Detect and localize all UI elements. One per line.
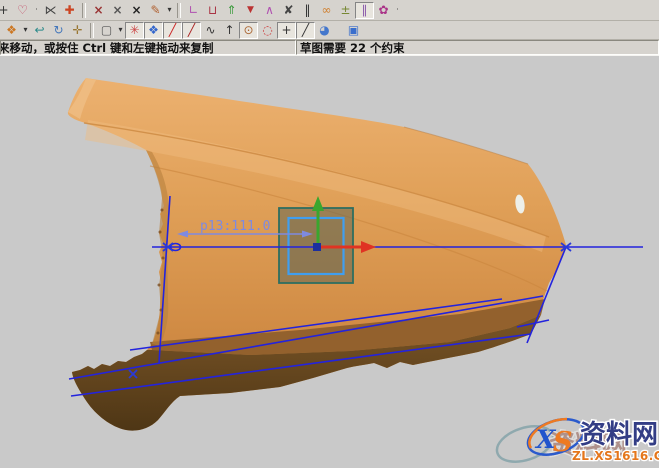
snap-line-icon[interactable]: ╱: [163, 22, 182, 39]
scan-artifact: [158, 284, 161, 287]
watermark-site-url: ZL.XS1616.COM: [572, 449, 659, 463]
snap-point-on-curve-icon[interactable]: ╱: [182, 22, 201, 39]
scan-artifact: [159, 231, 162, 234]
graphics-window[interactable]: p13:111.0 资料网 X S 资料网 ZL.XS1616.COM: [0, 56, 659, 468]
view-cube-icon[interactable]: ▣: [344, 22, 363, 39]
make-corner-icon[interactable]: ×: [127, 2, 146, 19]
prompt-panel: 来移动，或按住 Ctrl 键和左键拖动来复制: [0, 40, 296, 55]
constraint-status-panel: 草图需要 22 个约束: [296, 40, 659, 55]
undo-icon[interactable]: ↩: [30, 22, 49, 39]
angle-constraint-icon[interactable]: ∧: [260, 2, 279, 19]
snap-face-icon[interactable]: ◕: [315, 22, 334, 39]
watermark-site-name: 资料网: [580, 420, 658, 450]
snap-intersection-icon[interactable]: +: [277, 22, 296, 39]
snap-slash-icon[interactable]: ╱: [296, 22, 315, 39]
snap-endpoint-icon[interactable]: ✳: [125, 22, 144, 39]
show-constraints-icon[interactable]: ∥: [355, 2, 374, 19]
pan-view-icon[interactable]: ✛: [68, 22, 87, 39]
quick-extend-icon[interactable]: ×: [108, 2, 127, 19]
quick-trim-icon[interactable]: ×: [89, 2, 108, 19]
scan-artifact: [162, 257, 165, 260]
snap-circle-icon[interactable]: ◌: [258, 22, 277, 39]
vertical-constraint-icon[interactable]: ⇑: [222, 2, 241, 19]
selection-dropdown-icon[interactable]: ▾: [116, 22, 125, 39]
logo-letter-s: S: [553, 427, 573, 458]
status-bar: 来移动，或按住 Ctrl 键和左键拖动来复制 草图需要 22 个约束: [0, 40, 659, 56]
symmetric-constraint-icon[interactable]: ‖: [298, 2, 317, 19]
scan-artifact: [157, 332, 160, 335]
delete-constraint-icon[interactable]: ✘: [279, 2, 298, 19]
perpendicular-constraint-icon[interactable]: ∟: [184, 2, 203, 19]
sketch-viewport[interactable]: p13:111.0 资料网 X S 资料网 ZL.XS1616.COM: [0, 56, 659, 468]
rotate-view-icon[interactable]: ↻: [49, 22, 68, 39]
constraint-lines-icon[interactable]: ⋉: [41, 2, 60, 19]
profile-icon[interactable]: ♡: [13, 2, 32, 19]
snap-dropdown-icon[interactable]: ▾: [21, 22, 30, 39]
trim-dropdown-icon[interactable]: ▾: [165, 2, 174, 19]
snap-point-toolbar: ❖ ▾ ↩ ↻ ✛ ▢ ▾ ✳ ❖ ╱ ╱ ∿ ↑ ⊙ ◌ + ╱ ◕ ▣: [0, 21, 659, 40]
toolbar-separator: [82, 3, 86, 18]
selection-rect-icon[interactable]: ▢: [97, 22, 116, 39]
snap-center-icon[interactable]: ⊙: [239, 22, 258, 39]
crosshair-icon[interactable]: +: [0, 2, 13, 19]
toolbar-separator: [90, 23, 94, 38]
relations-browser-icon[interactable]: ✿: [374, 2, 393, 19]
origin-point[interactable]: [313, 243, 321, 251]
stamp-constraint-icon[interactable]: ▼: [241, 2, 260, 19]
scan-artifact: [161, 209, 164, 212]
dimension-label[interactable]: p13:111.0: [200, 219, 270, 234]
nx-sketch-window: { "toolbars": { "row1": [ {"name":"cross…: [0, 0, 659, 468]
constraint-status-text: 草图需要 22 个约束: [300, 40, 405, 55]
mate-constraint-icon[interactable]: ⊔: [203, 2, 222, 19]
profile-dropdown-icon[interactable]: ·: [32, 2, 41, 19]
toolbar-separator: [177, 3, 181, 18]
snap-tangent-icon[interactable]: ∿: [201, 22, 220, 39]
quick-extend-can-icon[interactable]: ✚: [60, 2, 79, 19]
snap-point-icon[interactable]: ❖: [2, 22, 21, 39]
auto-dimension-icon[interactable]: ±: [336, 2, 355, 19]
snap-midpoint-icon[interactable]: ❖: [144, 22, 163, 39]
equal-constraint-icon[interactable]: ∞: [317, 2, 336, 19]
relations-dropdown-icon[interactable]: ·: [393, 2, 402, 19]
prompt-text: 来移动，或按住 Ctrl 键和左键拖动来复制: [0, 40, 214, 55]
snap-normal-icon[interactable]: ↑: [220, 22, 239, 39]
trim-recipe-icon[interactable]: ✎: [146, 2, 165, 19]
sketch-constraints-toolbar: + ♡ · ⋉ ✚ × × × ✎ ▾ ∟ ⊔ ⇑ ▼ ∧ ✘ ‖ ∞ ± ∥ …: [0, 0, 659, 21]
